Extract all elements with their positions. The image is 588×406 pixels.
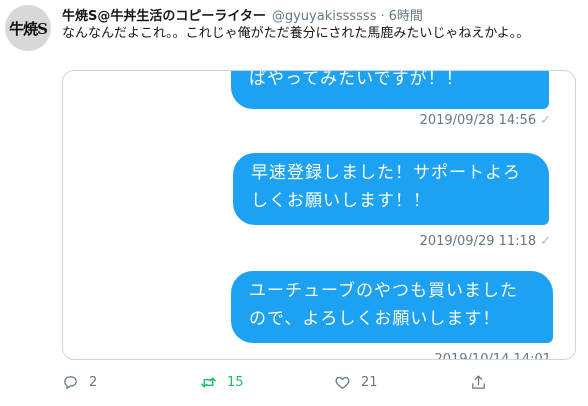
tweet-card: 牛焼S 牛焼S@牛丼生活のコピーライター @gyuyakissssss · 6時… <box>0 0 588 406</box>
chat-bubble-text: ユーチューブのやつも買いましたので、よろしくお願いします！ <box>249 281 518 329</box>
heart-icon <box>334 374 351 391</box>
retweet-button[interactable]: 15 <box>200 374 244 391</box>
tweet-text: なんなんだよこれ。。これじゃ俺がただ養分にされた馬鹿みたいじゃねえかよ。。 <box>62 26 530 41</box>
reply-count: 2 <box>89 375 98 390</box>
chat-timestamp-text: 2019/10/14 14:01 <box>434 352 551 360</box>
retweet-icon <box>200 374 217 391</box>
like-button[interactable]: 21 <box>334 374 378 391</box>
user-handle[interactable]: @gyuyakissssss <box>272 9 377 24</box>
read-check-icon: ✓ <box>540 113 551 128</box>
like-count: 21 <box>361 375 378 390</box>
chat-timestamp: 2019/10/14 14:01 <box>434 352 551 360</box>
chat-bubble: ユーチューブのやつも買いましたので、よろしくお願いします！ <box>231 271 553 343</box>
avatar[interactable]: 牛焼S <box>5 5 51 51</box>
reply-icon <box>62 374 79 391</box>
display-name[interactable]: 牛焼S@牛丼生活のコピーライター <box>62 5 266 24</box>
reply-button[interactable]: 2 <box>62 374 97 391</box>
chat-bubble-text: 早速登録しました！サポートよろしくお願いします！！ <box>251 163 521 211</box>
chat-timestamp: 2019/09/29 11:18 ✓ <box>420 234 551 249</box>
tweet-header: 牛焼S@牛丼生活のコピーライター @gyuyakissssss · 6時間 <box>62 5 423 25</box>
tweet-time[interactable]: 6時間 <box>389 5 423 24</box>
chat-timestamp-text: 2019/09/28 14:56 <box>419 113 537 128</box>
avatar-text: 牛焼S <box>9 19 48 38</box>
attached-screenshot[interactable]: ばやってみたいですが！！ 2019/09/28 14:56 ✓ 早速登録しました！… <box>62 70 576 360</box>
read-check-icon: ✓ <box>540 234 551 249</box>
chat-timestamp-text: 2019/09/29 11:18 <box>419 234 537 249</box>
chat-bubble: ばやってみたいですが！！ <box>231 70 549 109</box>
action-bar: 2 15 21 <box>62 374 562 394</box>
retweet-count: 15 <box>227 375 244 390</box>
share-icon <box>470 374 487 391</box>
share-button[interactable] <box>470 374 487 391</box>
separator-dot: · <box>380 9 385 24</box>
chat-bubble: 早速登録しました！サポートよろしくお願いします！！ <box>233 153 549 225</box>
chat-bubble-text: ばやってみたいですが！！ <box>249 70 464 89</box>
chat-timestamp: 2019/09/28 14:56 ✓ <box>420 113 551 128</box>
